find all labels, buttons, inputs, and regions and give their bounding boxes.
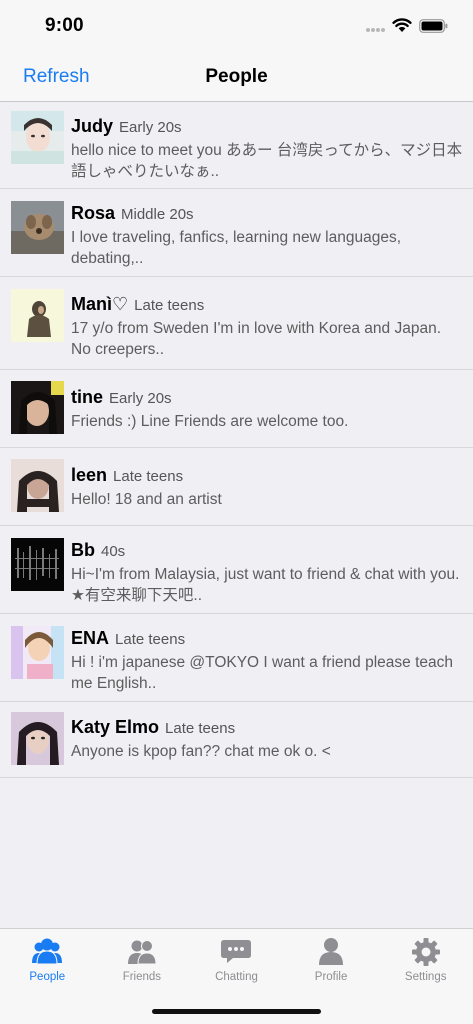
avatar (11, 459, 64, 512)
tab-label: Chatting (215, 971, 258, 983)
person-name: Rosa (71, 203, 116, 223)
person-name: tine (71, 387, 104, 407)
avatar (11, 111, 64, 164)
person-age: Late teens (115, 631, 186, 648)
avatar (11, 381, 64, 434)
list-item[interactable]: tine Early 20s Friends :) Line Friends ar… (0, 370, 473, 448)
person-message: Friends :) Line Friends are welcome too. (71, 413, 349, 430)
avatar (11, 712, 64, 765)
chat-bubble-icon (221, 940, 252, 963)
person-message: Hi ! i'm japanese @TOKYO I want a friend… (71, 654, 453, 692)
tab-friends[interactable]: Friends (95, 929, 190, 991)
people-icon (32, 938, 63, 965)
tab-label: People (29, 971, 66, 983)
person-name: Katy Elmo (71, 717, 160, 737)
refresh-button[interactable]: Refresh (23, 66, 90, 88)
battery-icon (419, 19, 448, 33)
tab-chatting[interactable]: Chatting (189, 929, 284, 991)
person-name: ENA (71, 628, 110, 648)
wifi-icon (392, 18, 412, 32)
avatar (11, 289, 64, 342)
person-message: Anyone is kpop fan?? chat me ok o. < (71, 743, 331, 760)
list-item[interactable]: Katy Elmo Late teens Anyone is kpop fan??… (0, 702, 473, 778)
tab-label: Profile (314, 971, 348, 983)
person-age: Late teens (113, 468, 184, 485)
person-age: Early 20s (119, 119, 182, 136)
tab-label: Friends (122, 971, 162, 983)
list-item[interactable]: Rosa Middle 20s I love traveling, fanfics… (0, 189, 473, 277)
person-age: Middle 20s (121, 206, 194, 223)
person-name: leen (71, 465, 108, 485)
avatar (11, 538, 64, 591)
friends-icon (127, 940, 157, 965)
tab-settings[interactable]: Settings (378, 929, 473, 991)
list-item[interactable]: Bb 40s Hi~I'm from Malaysia, just want to… (0, 526, 473, 614)
navigation-bar: People Refresh (0, 52, 473, 102)
tab-profile[interactable]: Profile (284, 929, 379, 991)
list-item[interactable]: ENA Late teens Hi ! i'm japanese @TOKYO I… (0, 614, 473, 702)
person-age: Late teens (165, 720, 236, 737)
person-name: Judy (71, 116, 114, 136)
tab-people[interactable]: People (0, 929, 95, 991)
person-age: Late teens (134, 297, 205, 314)
gear-icon (411, 938, 440, 966)
person-message: I love traveling, fanfics, learning new … (71, 229, 402, 267)
person-message: 17 y/o from Sweden I'm in love with Kore… (71, 320, 441, 358)
list-item[interactable]: leen Late teens Hello! 18 and an artist (0, 448, 473, 526)
avatar (11, 626, 64, 679)
profile-icon (319, 938, 344, 965)
person-name: Bb (71, 540, 95, 560)
person-message: hello nice to meet you ああー 台湾戻ってから、マジ日本語… (71, 142, 463, 180)
status-bar: 9:00 (0, 0, 473, 52)
person-name: Manì♡ (71, 294, 129, 314)
cellular-signal-icon (366, 28, 386, 33)
person-age: 40s (101, 543, 126, 560)
people-list: Judy Early 20s hello nice to meet you ああー… (0, 102, 473, 778)
home-indicator[interactable] (152, 1009, 321, 1014)
person-message: Hello! 18 and an artist (71, 491, 222, 508)
person-message: Hi~I'm from Malaysia, just want to frien… (71, 566, 460, 604)
list-item[interactable]: Judy Early 20s hello nice to meet you ああー… (0, 102, 473, 189)
tab-label: Settings (404, 971, 447, 983)
status-time: 9:00 (45, 15, 84, 36)
list-item[interactable]: Manì♡ Late teens 17 y/o from Sweden I'm i… (0, 277, 473, 370)
person-age: Early 20s (109, 390, 172, 407)
avatar (11, 201, 64, 254)
